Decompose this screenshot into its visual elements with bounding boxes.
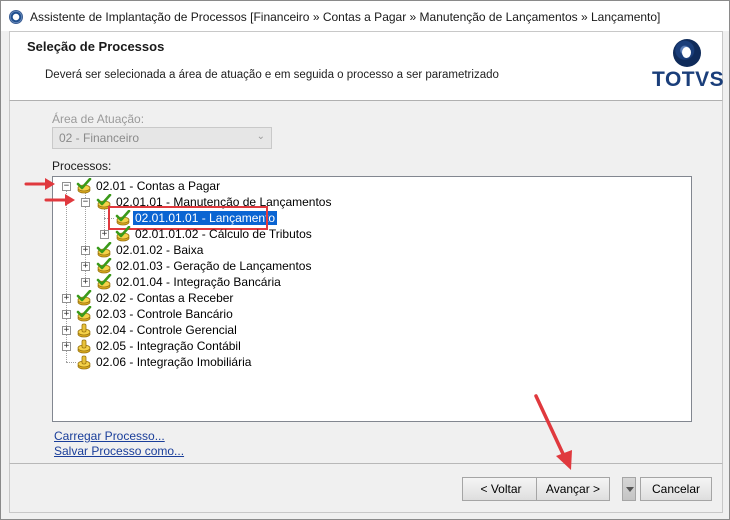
tree-node[interactable]: +02.02 - Contas a Receber bbox=[53, 289, 683, 306]
cancel-button[interactable]: Cancelar bbox=[640, 477, 712, 501]
page-subtitle: Deverá ser selecionada a área de atuação… bbox=[45, 69, 499, 81]
window-title: Assistente de Implantação de Processos [… bbox=[30, 10, 661, 24]
options-dropdown-button[interactable] bbox=[622, 477, 636, 501]
totvs-logo: TOTVS bbox=[652, 38, 725, 94]
wizard-body: Área de Atuação: 02 - Financeiro ⌄ Proce… bbox=[9, 101, 723, 463]
collapse-icon[interactable]: − bbox=[81, 198, 90, 207]
expand-icon[interactable]: + bbox=[100, 230, 109, 239]
tree-node[interactable]: − 02.01 - Contas a Pagar bbox=[53, 177, 683, 194]
partial-process-icon[interactable] bbox=[76, 338, 92, 354]
wizard-window: Assistente de Implantação de Processos [… bbox=[0, 0, 730, 520]
expand-icon[interactable]: + bbox=[62, 342, 71, 351]
partial-process-icon[interactable] bbox=[76, 354, 92, 370]
page-title: Seleção de Processos bbox=[27, 39, 165, 54]
app-icon bbox=[9, 10, 23, 24]
back-button[interactable]: < Voltar bbox=[462, 477, 540, 501]
checked-process-icon[interactable] bbox=[76, 305, 92, 322]
checked-process-icon[interactable] bbox=[96, 257, 112, 274]
tree-node[interactable]: +02.01.04 - Integração Bancária bbox=[53, 273, 683, 290]
partial-process-icon[interactable] bbox=[76, 322, 92, 338]
process-tree[interactable]: −02.01 - Contas a Pagar −02.01.01 - Manut… bbox=[52, 176, 692, 422]
processes-label: Processos: bbox=[52, 159, 112, 173]
next-button[interactable]: Avançar > bbox=[536, 477, 610, 501]
tree-node-label: 02.01.04 - Integração Bancária bbox=[116, 275, 281, 289]
tree-node-label: 02.01.01.02 - Cálculo de Tributos bbox=[135, 227, 312, 241]
collapse-icon[interactable]: − bbox=[62, 182, 71, 191]
chevron-down-icon: ⌄ bbox=[256, 131, 265, 142]
tree-node[interactable]: +02.01.01.02 - Cálculo de Tributos bbox=[53, 225, 683, 242]
expand-icon[interactable]: + bbox=[62, 294, 71, 303]
tree-node-label: 02.02 - Contas a Receber bbox=[96, 291, 234, 305]
area-select: 02 - Financeiro ⌄ bbox=[52, 127, 272, 149]
tree-node[interactable]: +02.03 - Controle Bancário bbox=[53, 305, 683, 322]
tree-node[interactable]: 02.06 - Integração Imobiliária bbox=[53, 354, 683, 370]
tree-node-label: 02.03 - Controle Bancário bbox=[96, 307, 233, 321]
tree-node[interactable]: +02.01.02 - Baixa bbox=[53, 241, 683, 258]
logo-text: TOTVS bbox=[652, 68, 725, 91]
save-process-link[interactable]: Salvar Processo como... bbox=[54, 444, 184, 459]
tree-node-label: 02.06 - Integração Imobiliária bbox=[96, 355, 252, 369]
expand-icon[interactable]: + bbox=[62, 326, 71, 335]
area-select-value: 02 - Financeiro bbox=[59, 131, 140, 145]
expand-icon[interactable]: + bbox=[81, 262, 90, 271]
tree-node-label: 02.01.03 - Geração de Lançamentos bbox=[116, 259, 312, 273]
expand-icon[interactable]: + bbox=[81, 278, 90, 287]
tree-node-label: 02.01 - Contas a Pagar bbox=[96, 179, 221, 193]
tree-node[interactable]: +02.05 - Integração Contábil bbox=[53, 338, 683, 354]
wizard-header: Seleção de Processos Deverá ser selecion… bbox=[9, 31, 725, 101]
expand-icon[interactable]: + bbox=[62, 310, 71, 319]
checked-process-icon[interactable] bbox=[115, 225, 131, 242]
load-process-link[interactable]: Carregar Processo... bbox=[54, 429, 184, 444]
tree-node-label: 02.04 - Controle Gerencial bbox=[96, 323, 237, 337]
title-bar[interactable]: Assistente de Implantação de Processos [… bbox=[1, 1, 729, 31]
tree-node[interactable]: +02.01.03 - Geração de Lançamentos bbox=[53, 257, 683, 274]
tree-node[interactable]: +02.04 - Controle Gerencial bbox=[53, 322, 683, 338]
checked-process-icon[interactable] bbox=[76, 177, 92, 194]
area-label: Área de Atuação: bbox=[52, 112, 145, 126]
expand-icon[interactable]: + bbox=[81, 246, 90, 255]
process-links: Carregar Processo... Salvar Processo com… bbox=[54, 429, 184, 459]
tree-node-label: 02.01.02 - Baixa bbox=[116, 243, 204, 257]
logo-globe-icon bbox=[673, 39, 701, 67]
tree-node-label: 02.05 - Integração Contábil bbox=[96, 339, 241, 353]
checked-process-icon[interactable] bbox=[96, 241, 112, 258]
checked-process-icon[interactable] bbox=[76, 289, 92, 306]
checked-process-icon[interactable] bbox=[96, 273, 112, 290]
wizard-footer: < Voltar Avançar > Cancelar bbox=[9, 463, 723, 513]
